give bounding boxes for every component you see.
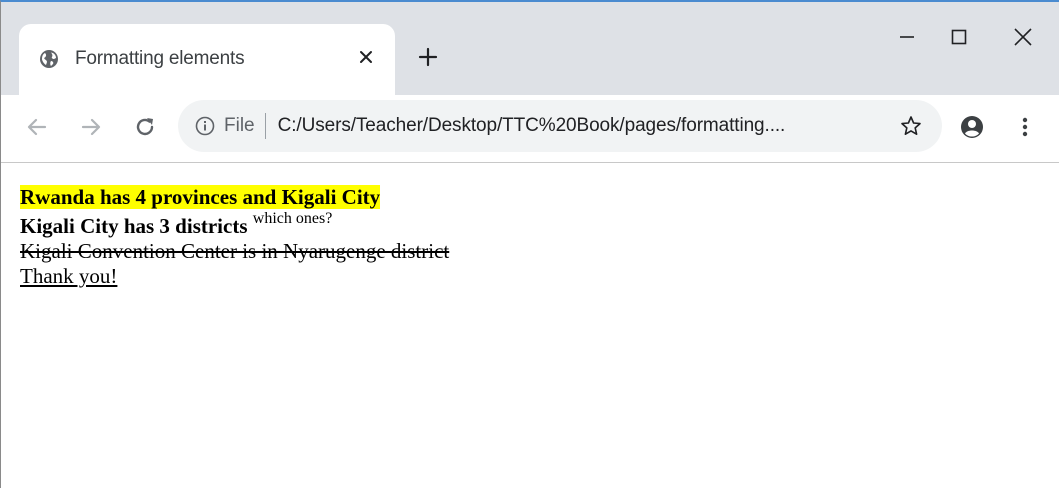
address-bar[interactable]: File C:/Users/Teacher/Desktop/TTC%20Book…: [178, 100, 942, 152]
info-icon[interactable]: [194, 115, 216, 137]
menu-button[interactable]: [1009, 111, 1041, 143]
strikethrough-line: Kigali Convention Center is in Nyarugeng…: [20, 239, 1059, 264]
tab-formatting-elements[interactable]: Formatting elements: [19, 24, 395, 95]
close-icon: [1014, 28, 1032, 46]
profile-button[interactable]: [956, 111, 988, 143]
star-icon[interactable]: [898, 113, 924, 139]
underlined-text: Thank you!: [20, 264, 118, 288]
globe-icon: [39, 49, 59, 69]
browser-toolbar: File C:/Users/Teacher/Desktop/TTC%20Book…: [1, 95, 1059, 163]
districts-line: Kigali City has 3 districts which ones?: [20, 211, 1059, 239]
bold-text: Kigali City has 3 districts: [20, 214, 248, 238]
underlined-line: Thank you!: [20, 264, 1059, 289]
close-window-button[interactable]: [1003, 22, 1043, 52]
superscript-text: which ones?: [252, 210, 333, 227]
forward-arrow-icon: [81, 118, 101, 136]
plus-icon: [418, 47, 438, 67]
close-icon[interactable]: [355, 46, 377, 68]
reload-icon: [136, 118, 154, 136]
forward-button[interactable]: [75, 111, 107, 143]
url-text[interactable]: C:/Users/Teacher/Desktop/TTC%20Book/page…: [278, 115, 786, 137]
tab-title: Formatting elements: [75, 47, 245, 69]
scheme-label: File: [224, 115, 255, 136]
minimize-button[interactable]: [887, 22, 927, 52]
omnibox-separator: [264, 113, 266, 139]
highlight-text: Rwanda has 4 provinces and Kigali City: [20, 185, 381, 209]
tab-strip: Formatting elements: [1, 2, 1059, 95]
maximize-button[interactable]: [939, 22, 979, 52]
maximize-icon: [951, 29, 967, 45]
highlighted-line: Rwanda has 4 provinces and Kigali City: [20, 185, 1059, 210]
back-button[interactable]: [21, 111, 53, 143]
reload-button[interactable]: [129, 111, 161, 143]
menu-icon: [1022, 117, 1028, 137]
profile-icon: [961, 116, 983, 138]
browser-window: Formatting elements File C:/Users/Teache…: [0, 0, 1059, 488]
strikethrough-text: Kigali Convention Center is in Nyarugeng…: [20, 239, 450, 263]
new-tab-button[interactable]: [415, 44, 441, 70]
back-arrow-icon: [27, 118, 47, 136]
page-content: Rwanda has 4 provinces and Kigali City K…: [1, 163, 1059, 289]
minimize-icon: [900, 36, 914, 38]
